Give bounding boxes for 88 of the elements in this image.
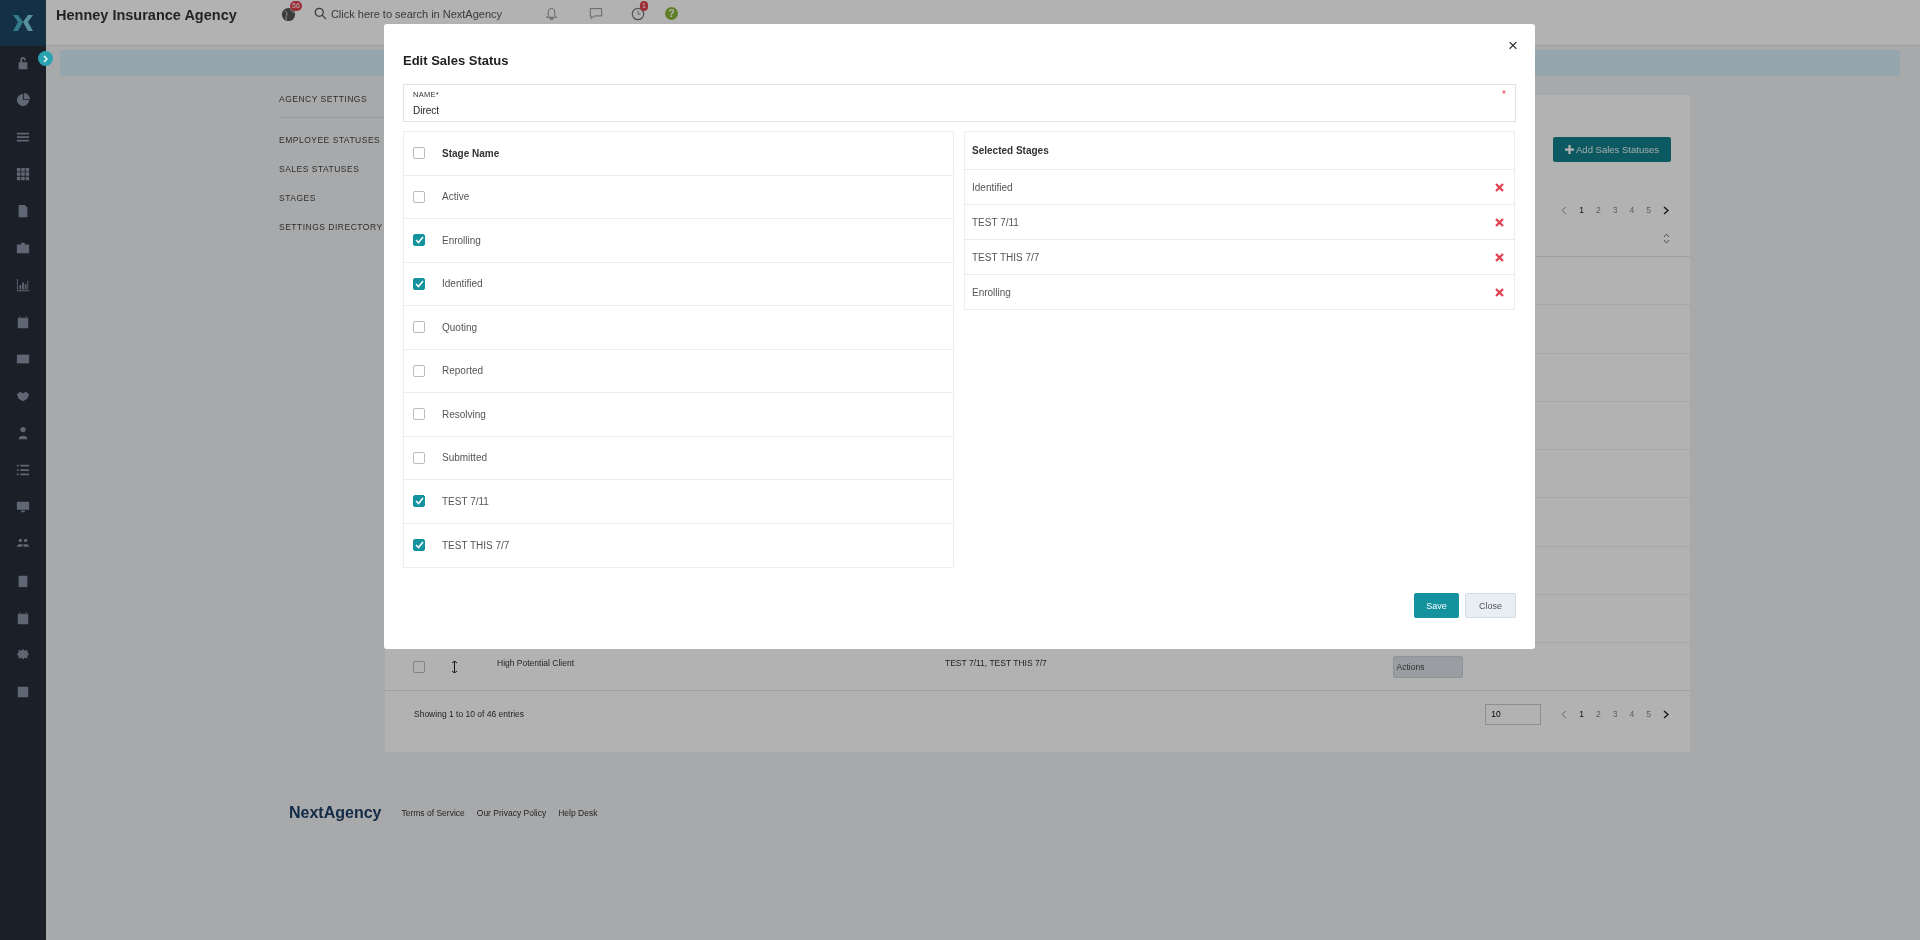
stage-name: Resolving xyxy=(442,408,486,420)
agency-name: Henney Insurance Agency xyxy=(56,7,238,23)
settings-link[interactable]: STAGES xyxy=(279,193,385,203)
document-icon[interactable] xyxy=(16,204,30,218)
remove-icon[interactable] xyxy=(1495,252,1504,262)
stage-checkbox[interactable] xyxy=(413,408,425,421)
footer-link[interactable]: Terms of Service xyxy=(401,808,465,818)
grid-icon[interactable] xyxy=(16,167,30,181)
list-icon[interactable] xyxy=(16,463,30,477)
required-mark: * xyxy=(1502,89,1506,100)
settings-icon[interactable] xyxy=(16,648,30,662)
selected-stage: Identified xyxy=(972,181,1013,193)
lock-icon[interactable] xyxy=(16,56,30,70)
save-button[interactable]: Save xyxy=(1414,593,1459,618)
column-header: Stage Name xyxy=(442,147,500,159)
add-sales-statuses-button[interactable]: Add Sales Statuses xyxy=(1553,137,1671,162)
entries-info: Showing 1 to 10 of 46 entries xyxy=(414,709,526,719)
monitor-icon[interactable] xyxy=(16,500,30,514)
calendar-icon[interactable] xyxy=(16,611,30,625)
clock-icon[interactable] xyxy=(631,7,645,21)
page-link[interactable]: 1 xyxy=(1579,205,1585,215)
column-header: Selected Stages xyxy=(972,145,1049,156)
stage-checkbox[interactable] xyxy=(413,539,425,552)
close-button[interactable]: × xyxy=(1508,36,1518,56)
selected-stage: TEST THIS 7/7 xyxy=(972,251,1040,263)
select-all-checkbox[interactable] xyxy=(413,147,425,160)
footer-link[interactable]: Help Desk xyxy=(558,808,598,818)
footer-logo: NextAgency xyxy=(289,804,382,822)
stage-name: Active xyxy=(442,191,470,203)
footer-link[interactable]: Our Privacy Policy xyxy=(476,808,547,818)
page-link[interactable]: 5 xyxy=(1646,709,1651,719)
close-button[interactable]: Close xyxy=(1465,593,1516,618)
stage-name: TEST 7/11 xyxy=(442,495,489,507)
briefcase-icon[interactable] xyxy=(16,241,30,255)
app-logo[interactable] xyxy=(0,0,46,46)
stage-name: Submitted xyxy=(442,452,488,464)
previous-page-icon[interactable] xyxy=(1561,205,1568,215)
page-link[interactable]: 2 xyxy=(1596,709,1601,719)
page-link[interactable]: 3 xyxy=(1612,709,1618,719)
calendar-icon[interactable] xyxy=(16,315,30,329)
page-link[interactable]: 4 xyxy=(1629,205,1635,215)
actions-dropdown[interactable]: Actions xyxy=(1393,655,1463,678)
page-link[interactable]: 5 xyxy=(1646,205,1651,215)
bar-chart-icon[interactable] xyxy=(16,278,30,292)
stage-name: Quoting xyxy=(442,321,478,333)
sort-icon[interactable] xyxy=(1663,232,1670,244)
stage-checkbox[interactable] xyxy=(413,451,425,464)
settings-link[interactable]: EMPLOYEE STATUSES xyxy=(279,135,385,145)
bell-icon[interactable] xyxy=(545,7,558,21)
search-field[interactable]: Click here to search in NextAgency xyxy=(330,7,514,20)
drag-handle-icon[interactable] xyxy=(452,660,457,673)
table-cell-text: TEST 7/11, TEST THIS 7/7 xyxy=(945,658,1048,668)
page-link[interactable]: 2 xyxy=(1596,205,1601,215)
previous-page-icon[interactable] xyxy=(1561,709,1568,719)
chat-icon[interactable] xyxy=(589,7,603,20)
search-icon xyxy=(314,7,327,20)
stage-checkbox[interactable] xyxy=(413,234,425,247)
chevron-icon xyxy=(41,54,50,63)
stage-name: Identified xyxy=(442,278,483,290)
stage-checkbox[interactable] xyxy=(413,277,425,290)
page-link[interactable]: 3 xyxy=(1612,205,1618,215)
next-page-icon[interactable] xyxy=(1663,709,1669,719)
page-link[interactable]: 4 xyxy=(1629,709,1635,719)
stage-name: TEST THIS 7/7 xyxy=(442,539,510,551)
page-link[interactable]: 1 xyxy=(1579,709,1585,719)
stage-checkbox[interactable] xyxy=(413,190,425,203)
selected-stage: Enrolling xyxy=(972,286,1011,298)
stage-name: Enrolling xyxy=(442,234,481,246)
row-checkbox[interactable] xyxy=(413,660,425,673)
selected-stage: TEST 7/11 xyxy=(972,216,1019,228)
person-icon[interactable] xyxy=(16,426,30,440)
menu-icon[interactable] xyxy=(16,130,30,144)
stage-checkbox[interactable] xyxy=(413,364,425,377)
remove-icon[interactable] xyxy=(1495,182,1504,192)
remove-icon[interactable] xyxy=(1495,287,1504,297)
stage-checkbox[interactable] xyxy=(413,495,425,508)
settings-link[interactable]: SETTINGS DIRECTORY xyxy=(279,222,385,232)
dialog-title: Edit Sales Status xyxy=(403,52,509,68)
globe-icon[interactable] xyxy=(281,7,296,22)
plus-icon xyxy=(1565,145,1575,154)
stage-name: Reported xyxy=(442,365,484,377)
settings-link[interactable]: SALES STATUSES xyxy=(279,164,385,174)
page-size-field[interactable]: 10 xyxy=(1485,703,1542,725)
pie-chart-icon[interactable] xyxy=(16,93,30,107)
next-page-icon[interactable] xyxy=(1663,205,1669,215)
stage-checkbox[interactable] xyxy=(413,321,425,334)
remove-icon[interactable] xyxy=(1495,217,1504,227)
table-cell-text: High Potential Client xyxy=(497,658,575,668)
